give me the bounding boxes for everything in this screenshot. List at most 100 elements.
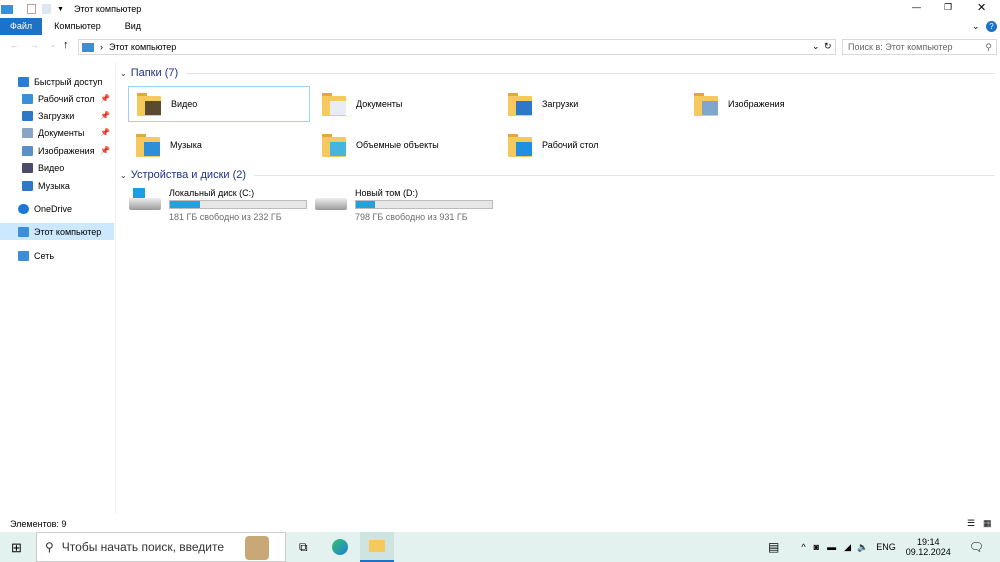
expand-ribbon-icon[interactable]: ⌄ <box>972 21 980 32</box>
drive-usage-fill <box>170 201 200 208</box>
video-icon <box>22 162 33 173</box>
start-button[interactable]: ⊞ <box>11 540 22 556</box>
news-widget-icon[interactable]: ▤ <box>768 540 779 554</box>
search-icon: ⚲ <box>45 540 54 554</box>
folder-icon <box>508 132 534 158</box>
pin-icon[interactable]: 📌 <box>100 146 110 155</box>
section-title: Устройства и диски (2) <box>130 169 247 181</box>
time: 19:14 <box>916 537 940 547</box>
folder-icon <box>322 91 348 117</box>
nav-label: Этот компьютер <box>34 226 102 237</box>
tab-computer[interactable]: Компьютер <box>42 18 113 35</box>
pin-icon[interactable]: 📌 <box>100 128 110 137</box>
search-input[interactable]: Поиск в: Этот компьютер ⚲ <box>842 39 997 55</box>
folder-icon <box>137 91 163 117</box>
documents-icon <box>22 127 33 138</box>
back-button[interactable]: ← <box>10 40 19 50</box>
breadcrumb-this-pc[interactable]: Этот компьютер <box>109 42 176 52</box>
properties-icon[interactable] <box>27 4 36 14</box>
maximize-button[interactable]: ❐ <box>944 2 952 13</box>
nav-label: Сеть <box>34 250 55 261</box>
edge-button[interactable] <box>332 539 348 555</box>
notifications-icon[interactable]: 🗨 <box>969 540 984 554</box>
details-view-button[interactable]: ☰ <box>967 518 975 529</box>
folder-item[interactable]: Видео <box>128 86 310 122</box>
taskbar: ⊞ ⚲ Чтобы начать поиск, введите ⧉ ▤ ^ ◙ … <box>0 532 1000 562</box>
divider <box>186 72 995 74</box>
folder-item[interactable]: Изображения <box>686 86 868 122</box>
music-icon <box>22 180 33 191</box>
help-icon[interactable]: ? <box>986 21 997 32</box>
nav-label: OneDrive <box>34 203 73 214</box>
large-icons-view-button[interactable]: ▦ <box>983 518 992 529</box>
folder-item[interactable]: Объемные объекты <box>314 127 496 163</box>
folder-label: Загрузки <box>542 99 579 109</box>
language-indicator[interactable]: ENG <box>876 542 896 552</box>
nav-label: Документы <box>38 127 85 138</box>
pin-icon[interactable]: 📌 <box>100 111 110 120</box>
nav-label: Загрузки <box>38 110 75 121</box>
folder-label: Изображения <box>728 99 785 109</box>
address-dropdown[interactable]: ⌄ <box>812 41 820 52</box>
nav-videos[interactable]: Видео <box>0 159 114 176</box>
nav-label: Быстрый доступ <box>34 76 103 87</box>
up-button[interactable]: ↑ <box>63 39 69 51</box>
folder-item[interactable]: Загрузки <box>500 86 682 122</box>
title-bar: ▼ Этот компьютер — ❐ ✕ <box>0 0 1000 18</box>
drive-icon <box>315 198 347 210</box>
nav-this-pc[interactable]: Этот компьютер <box>0 223 114 240</box>
nav-music[interactable]: Музыка <box>0 177 114 194</box>
address-input[interactable]: › Этот компьютер ⌄ ↻ <box>78 39 836 55</box>
folder-icon <box>694 91 720 117</box>
computer-icon <box>82 42 94 52</box>
drive-usage-bar <box>355 200 493 209</box>
forward-button[interactable]: → <box>30 40 39 50</box>
clock[interactable]: 19:14 09.12.2024 <box>906 537 951 557</box>
address-bar-row: ← → ⌄ ↑ › Этот компьютер ⌄ ↻ Поиск в: Эт… <box>0 37 1000 57</box>
new-folder-icon[interactable] <box>42 4 51 14</box>
drive-item[interactable]: Локальный диск (C:) 181 ГБ свободно из 2… <box>121 186 307 222</box>
volume-icon[interactable]: 🔈 <box>857 542 868 553</box>
nav-desktop[interactable]: Рабочий стол 📌 <box>0 90 114 107</box>
date: 09.12.2024 <box>905 547 951 557</box>
nav-documents[interactable]: Документы 📌 <box>0 124 114 141</box>
divider <box>254 174 995 176</box>
close-button[interactable]: ✕ <box>977 1 986 14</box>
drive-usage-fill <box>356 201 376 208</box>
drives-section-header[interactable]: ⌄ Устройства и диски (2) <box>120 169 995 181</box>
folder-item[interactable]: Музыка <box>128 127 310 163</box>
refresh-button[interactable]: ↻ <box>824 41 832 52</box>
folder-label: Видео <box>171 99 198 109</box>
system-tray: ▤ ^ ◙ ▬ ◢ 🔈 ENG 19:14 09.12.2024 🗨 <box>768 532 1000 562</box>
folder-item[interactable]: Документы <box>314 86 496 122</box>
meet-icon[interactable]: ◙ <box>814 542 819 552</box>
folder-icon <box>136 132 162 158</box>
computer-icon <box>1 4 13 14</box>
nav-pictures[interactable]: Изображения 📌 <box>0 142 114 159</box>
battery-icon[interactable]: ▬ <box>827 542 836 552</box>
file-explorer-button[interactable] <box>360 532 394 562</box>
download-icon <box>22 110 33 121</box>
folder-item[interactable]: Рабочий стол <box>500 127 682 163</box>
folders-section-header[interactable]: ⌄ Папки (7) <box>120 67 995 79</box>
breadcrumb-separator: › <box>100 42 103 52</box>
pin-icon[interactable]: 📌 <box>100 94 110 103</box>
window-title: Этот компьютер <box>73 4 142 14</box>
customize-qat-icon[interactable]: ▼ <box>57 6 64 13</box>
windows-logo-icon <box>133 188 145 198</box>
taskbar-search[interactable]: ⚲ Чтобы начать поиск, введите <box>36 532 286 562</box>
tab-file[interactable]: Файл <box>0 18 43 35</box>
chevron-down-icon: ⌄ <box>120 170 127 180</box>
show-hidden-icons[interactable]: ^ <box>801 542 805 552</box>
minimize-button[interactable]: — <box>912 2 921 12</box>
tab-view[interactable]: Вид <box>113 18 153 35</box>
chevron-down-icon: ⌄ <box>120 68 127 78</box>
wifi-icon[interactable]: ◢ <box>844 542 851 553</box>
nav-onedrive[interactable]: OneDrive <box>0 200 114 217</box>
nav-downloads[interactable]: Загрузки 📌 <box>0 107 114 124</box>
nav-network[interactable]: Сеть <box>0 247 114 264</box>
drive-item[interactable]: Новый том (D:) 798 ГБ свободно из 931 ГБ <box>307 186 493 222</box>
recent-dropdown[interactable]: ⌄ <box>50 41 56 49</box>
nav-quick-access[interactable]: Быстрый доступ <box>0 73 114 90</box>
task-view-button[interactable]: ⧉ <box>299 540 308 555</box>
